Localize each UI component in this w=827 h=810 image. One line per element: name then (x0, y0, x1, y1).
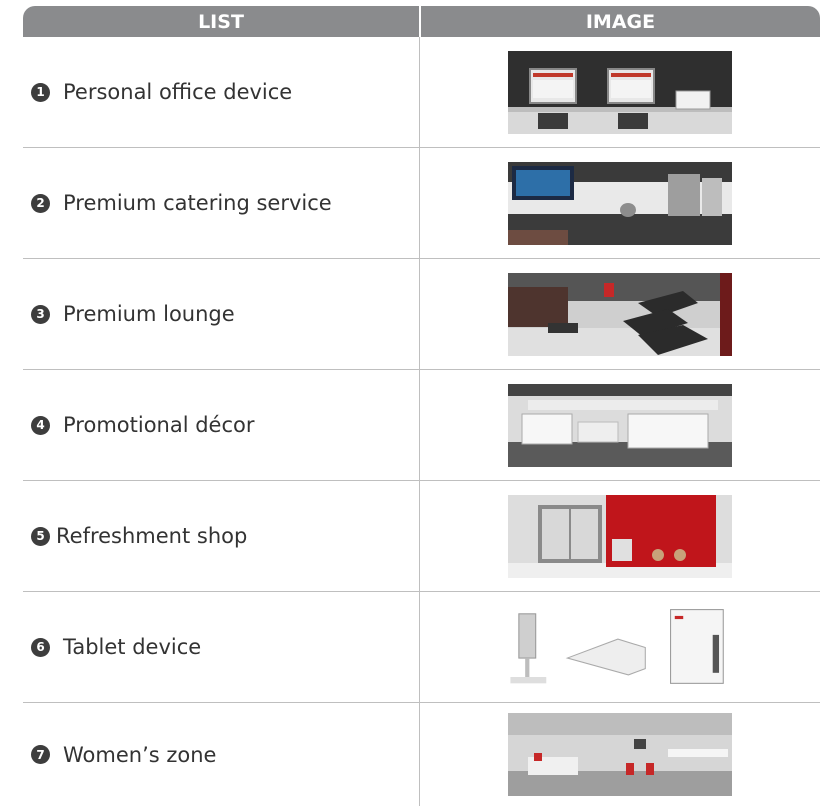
table-row: 1 Personal office device (23, 37, 820, 148)
header-image: IMAGE (585, 10, 656, 33)
office-desks-image (508, 50, 732, 134)
table-row: 4 Promotional décor (23, 370, 820, 481)
number-badge: 5 (31, 526, 50, 546)
header-list: LIST (198, 10, 244, 33)
lounge-image (508, 272, 732, 356)
catering-image (508, 161, 732, 245)
table-row: 6 Tablet device (23, 592, 820, 703)
row-label: Premium catering service (63, 191, 332, 215)
tablet-devices-image (502, 603, 738, 691)
display-counters-image (508, 383, 732, 467)
table-header: LIST IMAGE (23, 6, 820, 37)
table-row: 2 Premium catering service (23, 148, 820, 259)
table-row: 3 Premium lounge (23, 259, 820, 370)
row-label: Personal office device (63, 80, 293, 104)
table-row: 7 Women’s zone (23, 703, 820, 806)
row-label: Tablet device (63, 635, 202, 659)
number-badge: 2 (31, 193, 50, 213)
number-badge: 4 (31, 415, 50, 435)
row-label: Premium lounge (63, 302, 235, 326)
table-row: 5 Refreshment shop (23, 481, 820, 592)
number-badge: 7 (31, 745, 50, 764)
number-badge: 1 (31, 82, 50, 102)
row-label: Refreshment shop (56, 524, 248, 548)
womens-zone-image (508, 713, 732, 796)
services-table: LIST IMAGE 1 Personal office device 2 Pr… (23, 6, 820, 806)
refreshment-shop-image (508, 494, 732, 578)
number-badge: 6 (31, 637, 50, 657)
row-label: Promotional décor (63, 413, 255, 437)
row-label: Women’s zone (63, 742, 217, 767)
number-badge: 3 (31, 304, 50, 324)
